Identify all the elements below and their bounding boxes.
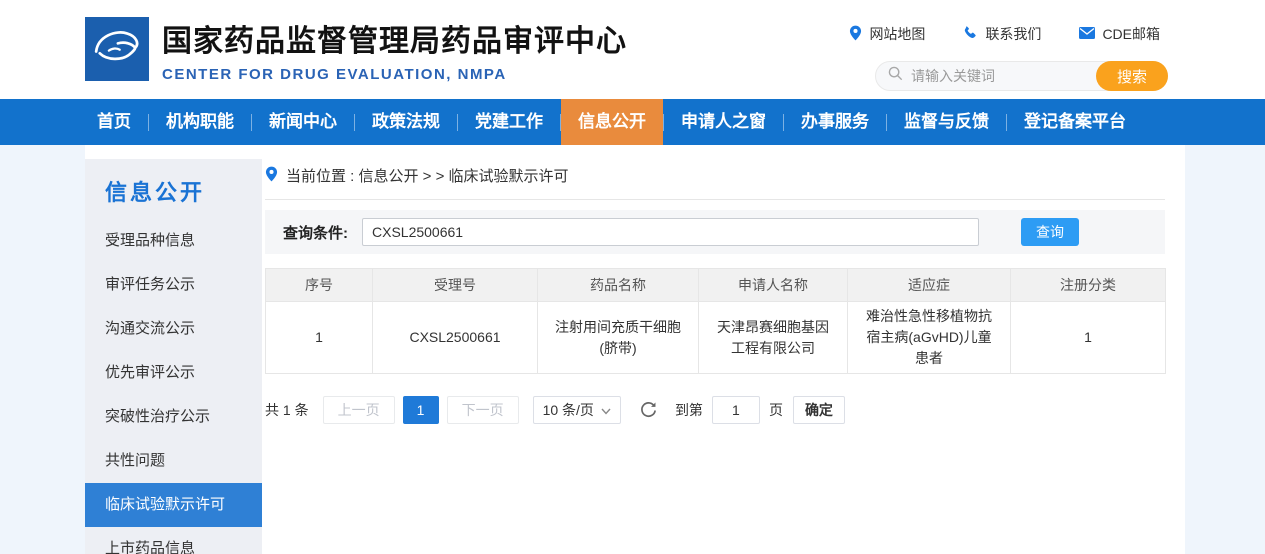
pagination-total: 共 1 条 xyxy=(265,400,309,420)
cde-logo xyxy=(85,17,149,81)
main-content: 当前位置 : 信息公开 > > 临床试验默示许可 查询条件: 查询 序号 受理号… xyxy=(265,159,1165,424)
nav-item-policies[interactable]: 政策法规 xyxy=(355,99,457,145)
sidebar-item-common-issues[interactable]: 共性问题 xyxy=(85,439,262,483)
sidebar-item-clinical-trial-implied-license[interactable]: 临床试验默示许可 xyxy=(85,483,262,527)
cell-indication: 难治性急性移植物抗宿主病(aGvHD)儿童患者 xyxy=(848,302,1011,374)
logo-swirl-icon xyxy=(88,18,146,81)
sitemap-link-label: 网站地图 xyxy=(869,24,925,44)
site-subtitle: CENTER FOR DRUG EVALUATION, NMPA xyxy=(162,66,627,83)
sidebar-item-review-tasks[interactable]: 审评任务公示 xyxy=(85,263,262,307)
nav-item-registration-platform[interactable]: 登记备案平台 xyxy=(1007,99,1143,145)
cell-index: 1 xyxy=(266,302,373,374)
breadcrumb-text: 当前位置 : 信息公开 > > 临床试验默示许可 xyxy=(286,165,569,186)
goto-page-input[interactable] xyxy=(712,396,760,424)
nav-item-functions[interactable]: 机构职能 xyxy=(149,99,251,145)
pagination: 共 1 条 上一页 1 下一页 10 条/页 到第 xyxy=(265,396,1165,424)
search-icon xyxy=(888,66,903,86)
results-table: 序号 受理号 药品名称 申请人名称 适应症 注册分类 1 CXSL2500661… xyxy=(265,268,1166,374)
main-nav: 首页 机构职能 新闻中心 政策法规 党建工作 信息公开 申请人之窗 办事服务 监… xyxy=(0,99,1265,145)
query-button[interactable]: 查询 xyxy=(1021,218,1079,246)
next-page-button[interactable]: 下一页 xyxy=(447,396,519,424)
envelope-icon xyxy=(1079,26,1095,42)
goto-page-unit: 页 xyxy=(769,400,783,420)
sidebar: 信息公开 受理品种信息 审评任务公示 沟通交流公示 优先审评公示 突破性治疗公示… xyxy=(85,159,262,554)
nav-item-news[interactable]: 新闻中心 xyxy=(252,99,354,145)
phone-icon xyxy=(963,25,978,43)
header-quick-links: 网站地图 联系我们 CDE邮箱 xyxy=(849,24,1160,44)
search-button[interactable]: 搜索 xyxy=(1096,61,1168,91)
query-condition-input[interactable] xyxy=(362,218,979,246)
prev-page-button[interactable]: 上一页 xyxy=(323,396,395,424)
sidebar-item-marketed-drugs[interactable]: 上市药品信息 xyxy=(85,527,262,554)
page-number-button[interactable]: 1 xyxy=(403,396,439,424)
cde-mail-link[interactable]: CDE邮箱 xyxy=(1079,24,1160,44)
cell-registration-class: 1 xyxy=(1011,302,1166,374)
nav-item-supervision-feedback[interactable]: 监督与反馈 xyxy=(887,99,1006,145)
col-header-drug-name: 药品名称 xyxy=(538,269,699,302)
nav-item-party-building[interactable]: 党建工作 xyxy=(458,99,560,145)
sidebar-item-communication[interactable]: 沟通交流公示 xyxy=(85,307,262,351)
nav-item-services[interactable]: 办事服务 xyxy=(784,99,886,145)
location-pin-icon xyxy=(849,25,862,44)
contact-link[interactable]: 联系我们 xyxy=(963,24,1041,44)
table-row: 1 CXSL2500661 注射用间充质干细胞(脐带) 天津昂赛细胞基因工程有限… xyxy=(266,302,1166,374)
sidebar-item-breakthrough-therapy[interactable]: 突破性治疗公示 xyxy=(85,395,262,439)
brand-block: 国家药品监督管理局药品审评中心 CENTER FOR DRUG EVALUATI… xyxy=(162,16,627,83)
col-header-applicant: 申请人名称 xyxy=(699,269,848,302)
page-body: 信息公开 受理品种信息 审评任务公示 沟通交流公示 优先审评公示 突破性治疗公示… xyxy=(0,145,1265,554)
breadcrumb-pin-icon xyxy=(265,166,278,186)
chevron-down-icon xyxy=(601,402,611,418)
sidebar-title: 信息公开 xyxy=(85,159,262,219)
cell-acceptance-no: CXSL2500661 xyxy=(373,302,538,374)
query-bar: 查询条件: 查询 xyxy=(265,210,1165,254)
table-header-row: 序号 受理号 药品名称 申请人名称 适应症 注册分类 xyxy=(266,269,1166,302)
sitemap-link[interactable]: 网站地图 xyxy=(849,24,925,44)
header-search: 搜索 xyxy=(875,61,1168,91)
page-size-value: 10 条/页 xyxy=(543,400,594,420)
cell-applicant: 天津昂赛细胞基因工程有限公司 xyxy=(699,302,848,374)
content-wrapper: 信息公开 受理品种信息 审评任务公示 沟通交流公示 优先审评公示 突破性治疗公示… xyxy=(85,145,1185,554)
col-header-acceptance-no: 受理号 xyxy=(373,269,538,302)
confirm-button[interactable]: 确定 xyxy=(793,396,845,424)
cde-mail-link-label: CDE邮箱 xyxy=(1102,24,1160,44)
query-label: 查询条件: xyxy=(283,222,348,243)
site-title: 国家药品监督管理局药品审评中心 xyxy=(162,16,627,60)
cell-drug-name: 注射用间充质干细胞(脐带) xyxy=(538,302,699,374)
sidebar-item-priority-review[interactable]: 优先审评公示 xyxy=(85,351,262,395)
col-header-registration-class: 注册分类 xyxy=(1011,269,1166,302)
page-size-select[interactable]: 10 条/页 xyxy=(533,396,621,424)
nav-item-info-disclosure[interactable]: 信息公开 xyxy=(561,99,663,145)
nav-item-home[interactable]: 首页 xyxy=(80,99,148,145)
refresh-icon[interactable] xyxy=(639,400,659,420)
goto-page-label: 到第 xyxy=(675,400,703,420)
breadcrumb: 当前位置 : 信息公开 > > 临床试验默示许可 xyxy=(265,159,1165,200)
col-header-indication: 适应症 xyxy=(848,269,1011,302)
site-header: 国家药品监督管理局药品审评中心 CENTER FOR DRUG EVALUATI… xyxy=(0,0,1265,99)
sidebar-item-accepted-varieties[interactable]: 受理品种信息 xyxy=(85,219,262,263)
nav-item-applicant-window[interactable]: 申请人之窗 xyxy=(664,99,783,145)
col-header-index: 序号 xyxy=(266,269,373,302)
contact-link-label: 联系我们 xyxy=(985,24,1041,44)
